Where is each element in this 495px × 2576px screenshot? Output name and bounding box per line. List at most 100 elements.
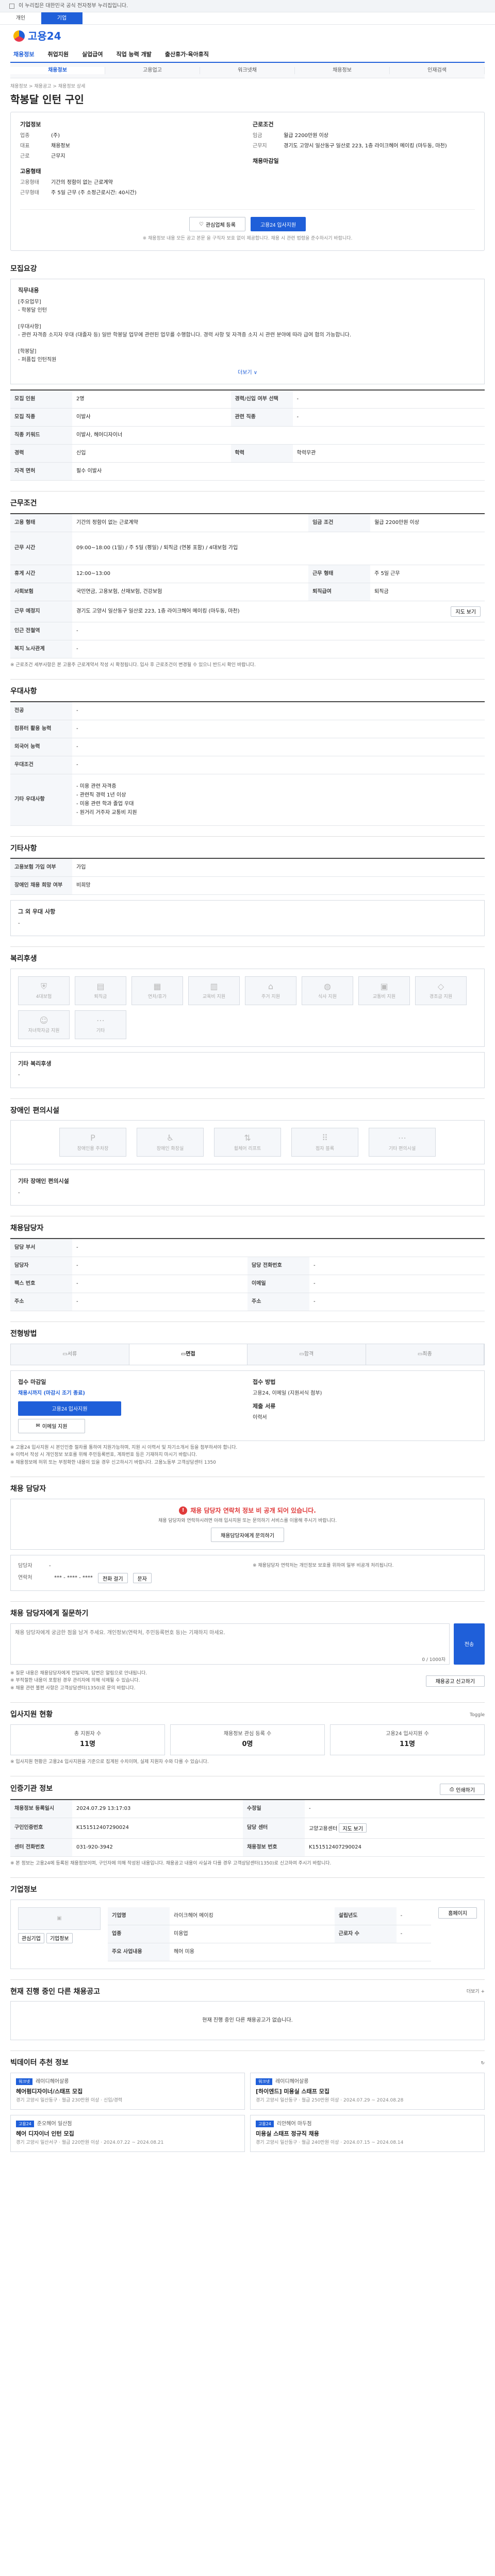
deadline-heading: 채용마감일	[253, 157, 279, 164]
print-button[interactable]: ⎙ 인쇄하기	[440, 1784, 485, 1795]
cell-key: 자격 면허	[10, 462, 72, 481]
cell-key: 모집 인원	[10, 389, 72, 409]
kv-value: 주 5일 근무 (주 소정근로시간: 40시간)	[51, 190, 137, 196]
save-interest-button[interactable]: ♡ 관심업체 등록	[189, 217, 245, 232]
report-button[interactable]: 채용공고 신고하기	[425, 1675, 485, 1687]
stat-value: 0명	[242, 1740, 253, 1748]
subnav-item[interactable]: 고용업고	[105, 66, 200, 74]
apply-button[interactable]: 고용24 입사지원	[250, 217, 306, 232]
recommend-list: 워크넷 레이디헤어살롱 헤어펌디자이너/스태프 모집 경기 고양시 일산동구 · 월급…	[10, 2072, 485, 2152]
table-row: 고용 형태 기간의 정함이 없는 근로계약 임금 조건 월급 2200만원 이상	[10, 513, 485, 532]
table-row: 복지 노사관계 -	[10, 640, 485, 658]
print-icon: ⎙	[450, 1786, 454, 1792]
others-more-link[interactable]: 더보기 +	[467, 1989, 485, 1995]
note-line: ※ 채용정보에 허위 또는 부정확한 내용이 있을 경우 신고하시기 바랍니다.…	[10, 1460, 216, 1465]
heart-icon: ♡	[199, 221, 204, 227]
cell-key: 학력	[230, 444, 293, 463]
nav-item[interactable]: 출산휴가·육아휴직	[165, 50, 209, 58]
welfare-label: 경조금 지원	[429, 994, 453, 1000]
recommend-item[interactable]: 워크넷 레이디헤어살롱 [하이엔드] 미용실 스태프 모집 경기 고양시 일산동구 ·…	[250, 2072, 485, 2110]
welfare-box: ⛨ 4대보험 ▤ 퇴직금 ▦ 연차/휴가 ▥ 교육비 지원 ⌂ 주거 지원 ◍ 식사 지원 …	[10, 968, 485, 1047]
sms-button[interactable]: 문자	[133, 1573, 152, 1584]
interest-company-button[interactable]: 관심기업	[18, 1933, 44, 1943]
subnav-item[interactable]: 채용정보	[10, 66, 105, 74]
inquiry-form: 0 / 1000자 전송	[10, 1623, 485, 1667]
cell-key: 경력/신입 여부 선택	[230, 389, 293, 409]
table-row: 인근 전철역 -	[10, 622, 485, 640]
table-row: 전공 -	[10, 701, 485, 720]
center-map-button[interactable]: 지도 보기	[339, 1823, 367, 1833]
kv-value: *** - **** - ****	[54, 1575, 93, 1581]
contact-manager-button[interactable]: 채용담당자에게 문의하기	[211, 1528, 284, 1543]
cell-key: 사회보험	[10, 583, 72, 601]
cell-key: 장애인 채용 희망 여부	[10, 876, 72, 895]
extra-more-title: 그 외 우대 사항	[18, 908, 56, 916]
rec-company: 레이디헤어살롱	[36, 2078, 69, 2084]
recommend-item[interactable]: 고용24 리안헤어 마두점 미용실 스태프 정규직 채용 경기 고양시 일산동구 · …	[250, 2114, 485, 2152]
step-item: ▭ 최종	[366, 1344, 484, 1365]
subnav-item[interactable]: 채용정보	[295, 66, 390, 74]
homepage-button[interactable]: 홈페이지	[438, 1907, 477, 1919]
call-button[interactable]: 전화 걸기	[97, 1573, 128, 1584]
lift-icon: ⇅	[244, 1133, 251, 1143]
subnav-item[interactable]: 워크넷채	[200, 66, 295, 74]
prefer-table: 전공 - 컴퓨터 활용 능력 - 외국어 능력 - 우대조건 - 기타 우대사항 - 미용…	[10, 701, 485, 826]
company-info-button[interactable]: 기업정보	[46, 1933, 73, 1943]
inquiry-textarea[interactable]	[10, 1623, 450, 1665]
recommend-title: 빅데이터 추천 정보	[10, 2059, 69, 2067]
more-icon: ⋯	[398, 1133, 406, 1143]
bus-icon: ▣	[380, 981, 388, 991]
stats-toggle[interactable]: Toggle	[470, 1712, 485, 1719]
map-button[interactable]: 지도 보기	[451, 606, 481, 617]
cell-value: 이발사, 헤어디자이너	[72, 426, 485, 445]
cell-value: - 미용 관련 자격증 - 관련직 경력 1년 이상 - 미용 관련 학과 졸업…	[72, 774, 485, 826]
cell-key: 주요 사업내용	[108, 1943, 170, 1961]
step-icon: ▭	[180, 1351, 186, 1357]
site-logo[interactable]: 고용24	[10, 25, 485, 47]
cell-value: -	[304, 1800, 485, 1819]
work-table: 고용 형태 기간의 정함이 없는 근로계약 임금 조건 월급 2200만원 이상 근무…	[10, 513, 485, 658]
apply-now-button[interactable]: 고용24 입사지원	[18, 1401, 121, 1416]
disability-other-title: 기타 장애인 편의시설	[18, 1178, 69, 1185]
cell-value: 학력무관	[292, 444, 485, 463]
cell-key: 팩스 번호	[10, 1275, 72, 1293]
welfare-label: 4대보험	[36, 994, 52, 1000]
table-row: 고용보험 가입 여부 가입	[10, 858, 485, 877]
rec-meta: 경기 고양시 일산동구 · 월급 240만원 이상 · 2024.07.15 ~…	[256, 2140, 404, 2146]
note-line: ※ 부적절한 내용이 포함된 경우 관리자에 의해 삭제될 수 있습니다.	[10, 1678, 140, 1684]
table-row: 주소 - 주소 -	[10, 1293, 485, 1311]
qa-alert-box: ! 채용 담당자 연락처 정보 비 공개 되어 있습니다. 채용 담당자와 연락하…	[10, 1498, 485, 1550]
nav-item[interactable]: 실업급여	[82, 50, 103, 58]
main-nav: 채용정보 취업지원 실업급여 직업 능력 개발 출산휴가·육아휴직	[10, 47, 485, 63]
facility-toilet: ♿ 장애인 화장실	[137, 1128, 204, 1157]
facility-label: 휠체어 리프트	[234, 1146, 261, 1151]
nav-item[interactable]: 취업지원	[47, 50, 68, 58]
step-item: ▭ 면접	[129, 1344, 248, 1365]
send-button[interactable]: 전송	[454, 1623, 485, 1665]
welfare-label: 연차/휴가	[147, 994, 167, 1000]
nav-item[interactable]: 채용정보	[13, 50, 34, 58]
others-title: 현재 진행 중인 다른 채용공고	[10, 1987, 101, 1996]
email-apply-button[interactable]: ✉ 이메일 지원	[18, 1418, 85, 1433]
prefer-title: 우대사항	[10, 679, 485, 697]
kv-key: 임금	[253, 132, 262, 139]
subnav-item[interactable]: 인재검색	[390, 66, 485, 74]
cell-key: 기업명	[108, 1907, 170, 1925]
recommend-item[interactable]: 고용24 준오헤어 일산점 헤어 디자이너 인턴 모집 경기 고양시 일산서구 · 월…	[10, 2114, 245, 2152]
extra-more-box: 그 외 우대 사항 -	[10, 900, 485, 937]
recommend-item[interactable]: 워크넷 레이디헤어살롱 헤어펌디자이너/스태프 모집 경기 고양시 일산동구 · 월급…	[10, 2072, 245, 2110]
house-icon: ⌂	[268, 981, 274, 991]
cell-key: 근로자 수	[334, 1925, 397, 1943]
sub-nav: 채용정보 고용업고 워크넷채 채용정보 인재검색	[10, 63, 485, 78]
stat-label: 채용정보 관심 등록 수	[223, 1731, 272, 1737]
kv-value: 근무지	[51, 153, 65, 159]
refresh-icon[interactable]: ↻	[481, 2060, 485, 2067]
nav-item[interactable]: 직업 능력 개발	[116, 50, 151, 58]
site-tab-company[interactable]: 기업	[41, 12, 82, 24]
table-row: 장애인 채용 희망 여부 비희망	[10, 876, 485, 895]
more-button[interactable]: 더보기 ∨	[18, 369, 477, 377]
rec-title: 헤어 디자이너 인턴 모집	[16, 2130, 74, 2137]
cell-value: -	[72, 720, 485, 738]
site-tab-personal[interactable]: 개인	[0, 12, 41, 24]
shield-icon: ⛨	[40, 981, 47, 991]
